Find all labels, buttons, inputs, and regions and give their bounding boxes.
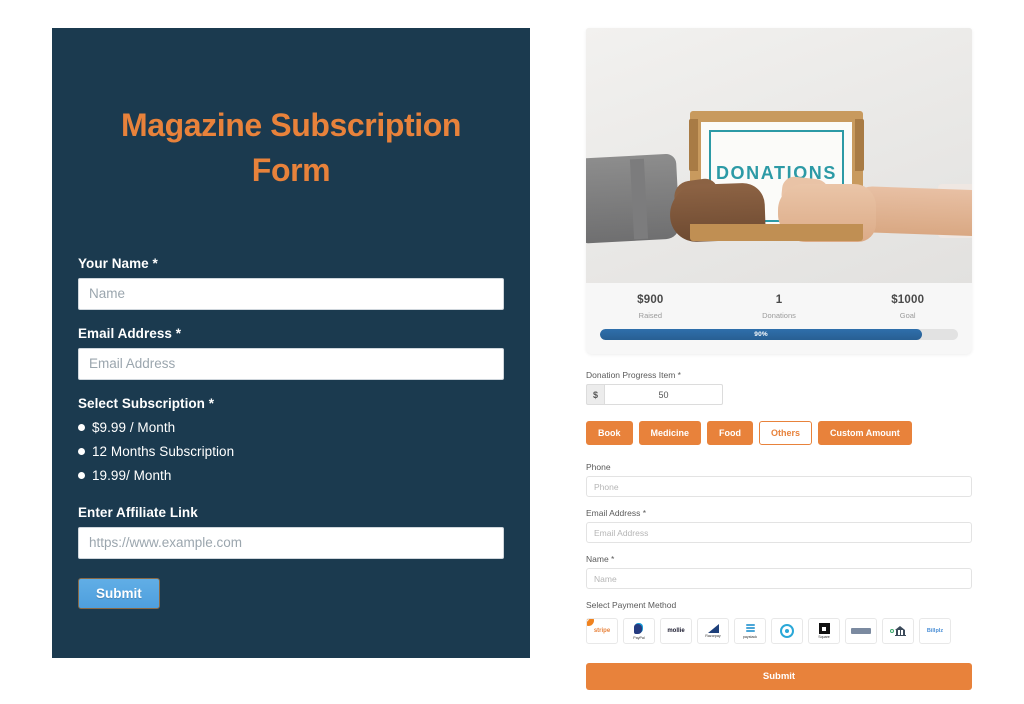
subscription-options-group: Select Subscription * $9.99 / Month 12 M… xyxy=(78,396,504,483)
chip-book[interactable]: Book xyxy=(586,421,633,445)
phone-label: Phone xyxy=(586,462,611,472)
box-flap-left xyxy=(689,119,698,171)
payment-option-payu[interactable] xyxy=(771,618,803,644)
razorpay-label: Razorpay xyxy=(705,634,721,638)
donation-amount-input[interactable] xyxy=(604,384,723,405)
amount-input-group: $ xyxy=(586,384,723,405)
radio-icon xyxy=(78,471,85,479)
razorpay-icon xyxy=(707,624,719,633)
payu-icon xyxy=(780,624,794,638)
donation-name-label: Name * xyxy=(586,554,615,564)
radio-icon xyxy=(78,447,85,455)
payment-method-label: Select Payment Method xyxy=(586,600,677,610)
magazine-subscription-panel: Magazine Subscription Form Your Name * E… xyxy=(52,28,530,658)
affiliate-label: Enter Affiliate Link xyxy=(78,504,198,520)
donation-progress-card: DONATIONS $900 Raised 1 Donations $1000 … xyxy=(586,28,972,354)
affiliate-link-input[interactable] xyxy=(78,526,504,559)
radio-label: 12 Months Subscription xyxy=(92,443,235,459)
donation-progress-track: 90% xyxy=(600,329,958,340)
stat-goal: $1000 Goal xyxy=(843,294,972,320)
paypal-icon xyxy=(633,622,645,635)
square-label: Square xyxy=(818,635,830,639)
donation-name-input[interactable] xyxy=(586,568,972,589)
donation-email-field-group: Email Address * xyxy=(586,508,972,543)
stripe-icon: stripe xyxy=(593,628,611,634)
phone-input[interactable] xyxy=(586,476,972,497)
donation-name-field-group: Name * xyxy=(586,554,972,589)
stat-value: $900 xyxy=(637,294,664,306)
subscription-label: Select Subscription * xyxy=(78,395,215,411)
chip-food[interactable]: Food xyxy=(707,421,754,445)
stat-label: Donations xyxy=(762,311,796,320)
donation-email-input[interactable] xyxy=(586,522,972,543)
radio-icon xyxy=(78,423,85,431)
name-input[interactable] xyxy=(78,277,504,310)
subscription-fields: Your Name * Email Address * Select Subsc… xyxy=(78,256,504,609)
stat-label: Goal xyxy=(899,311,916,320)
stat-label: Raised xyxy=(638,311,663,320)
currency-symbol: $ xyxy=(586,384,604,405)
affiliate-field-group: Enter Affiliate Link xyxy=(78,505,504,559)
check-icon: ✓ xyxy=(587,619,594,626)
donation-stats: $900 Raised 1 Donations $1000 Goal xyxy=(586,283,972,329)
payment-option-stripe[interactable]: ✓ stripe xyxy=(586,618,618,644)
payment-option-paystack[interactable]: paystack xyxy=(734,618,766,644)
page-title: Magazine Subscription Form xyxy=(120,107,462,189)
mollie-icon: mollie xyxy=(667,628,685,634)
paystack-icon xyxy=(745,623,755,634)
billplz-icon: Billplz xyxy=(926,628,944,634)
payment-method-list: ✓ stripe PayPal mollie Razorpay paystack… xyxy=(586,618,972,644)
page-root: Magazine Subscription Form Your Name * E… xyxy=(0,0,1024,704)
payment-option-bank-transfer[interactable] xyxy=(882,618,914,644)
chip-medicine[interactable]: Medicine xyxy=(638,421,702,445)
amount-label: Donation Progress Item * xyxy=(586,370,681,380)
email-field-group: Email Address * xyxy=(78,326,504,380)
progress-percent-label: 90% xyxy=(754,331,768,338)
donation-form-panel: DONATIONS $900 Raised 1 Donations $1000 … xyxy=(586,28,972,690)
subscription-radio-group: $9.99 / Month 12 Months Subscription 19.… xyxy=(78,420,504,483)
email-input[interactable] xyxy=(78,347,504,380)
donation-fields: Donation Progress Item * $ Book Medicine… xyxy=(586,370,972,690)
stat-donations: 1 Donations xyxy=(715,294,844,320)
paystack-label: paystack xyxy=(742,634,758,639)
stat-value: 1 xyxy=(775,294,783,306)
name-field-group: Your Name * xyxy=(78,256,504,310)
donation-progress-fill: 90% xyxy=(600,329,923,340)
radio-label: $9.99 / Month xyxy=(92,419,176,435)
square-icon xyxy=(818,623,830,634)
box-flap-right xyxy=(855,119,864,171)
donations-photo: DONATIONS xyxy=(586,28,972,283)
payment-option-razorpay[interactable]: Razorpay xyxy=(697,618,729,644)
chip-others[interactable]: Others xyxy=(759,421,813,445)
email-label: Email Address * xyxy=(78,325,182,341)
donation-category-chips: Book Medicine Food Others Custom Amount xyxy=(586,421,972,445)
subscription-submit-button[interactable]: Submit xyxy=(78,577,160,609)
stat-value: $1000 xyxy=(891,294,925,306)
phone-field-group: Phone xyxy=(586,462,972,497)
radio-option-monthly[interactable]: $9.99 / Month xyxy=(78,420,504,435)
name-label: Your Name * xyxy=(78,255,158,271)
radio-option-premium[interactable]: 19.99/ Month xyxy=(78,468,504,483)
box-front-edge xyxy=(690,224,863,241)
credit-card-icon xyxy=(851,628,871,634)
bank-icon xyxy=(890,626,906,636)
radio-label: 19.99/ Month xyxy=(92,467,172,483)
payment-option-card[interactable] xyxy=(845,618,877,644)
stat-raised: $900 Raised xyxy=(586,294,715,320)
payment-option-mollie[interactable]: mollie xyxy=(660,618,692,644)
radio-option-yearly[interactable]: 12 Months Subscription xyxy=(78,444,504,459)
payment-option-square[interactable]: Square xyxy=(808,618,840,644)
donations-caption: DONATIONS xyxy=(715,163,838,183)
chip-custom-amount[interactable]: Custom Amount xyxy=(818,421,912,445)
donation-submit-button[interactable]: Submit xyxy=(586,663,972,690)
payment-option-paypal[interactable]: PayPal xyxy=(623,618,655,644)
payment-option-billplz[interactable]: Billplz xyxy=(919,618,951,644)
paypal-label: PayPal xyxy=(633,635,645,640)
donation-email-label: Email Address * xyxy=(586,508,646,518)
